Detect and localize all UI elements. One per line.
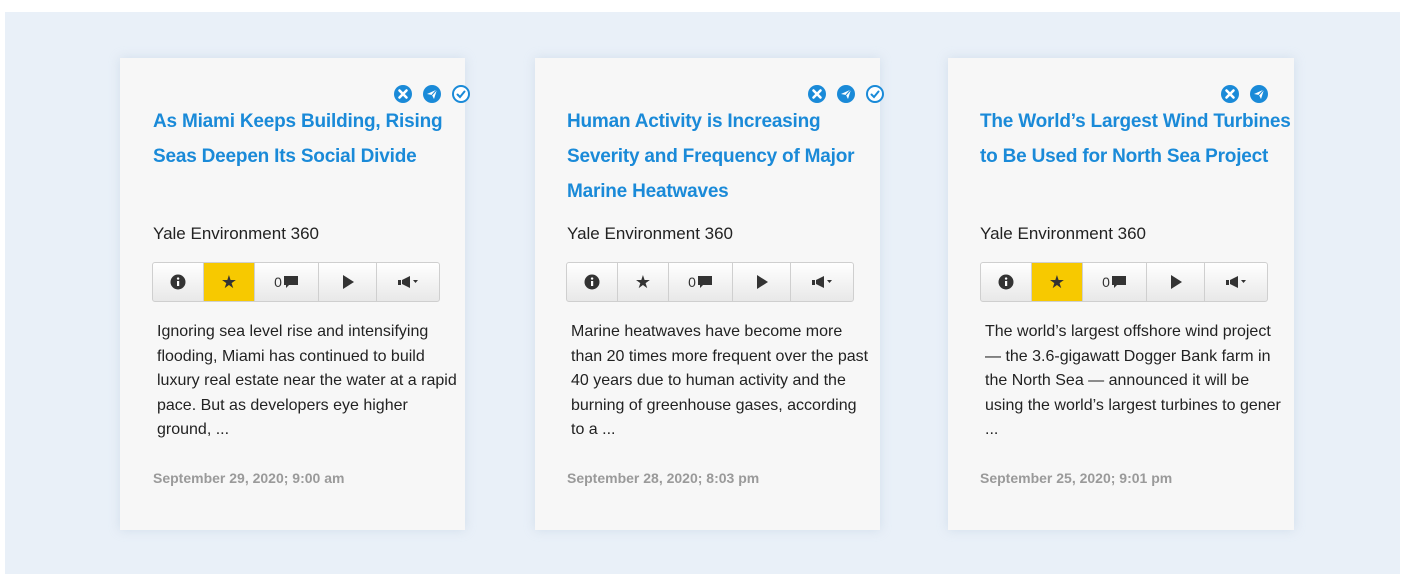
- comments-button[interactable]: 0: [255, 263, 319, 301]
- info-button[interactable]: [153, 263, 204, 301]
- star-button[interactable]: ★: [1032, 263, 1083, 301]
- share-icon[interactable]: [422, 84, 442, 104]
- share-icon[interactable]: [1249, 84, 1269, 104]
- share-menu-button[interactable]: [791, 263, 853, 301]
- article-date: September 28, 2020; 8:03 pm: [567, 470, 760, 486]
- article-source: Yale Environment 360: [567, 224, 734, 243]
- play-button[interactable]: [733, 263, 791, 301]
- megaphone-icon: [812, 276, 832, 288]
- comments-button[interactable]: 0: [1083, 263, 1147, 301]
- article-date: September 29, 2020; 9:00 am: [153, 470, 345, 486]
- star-button[interactable]: ★: [204, 263, 255, 301]
- comment-icon: [697, 276, 712, 288]
- info-button[interactable]: [567, 263, 618, 301]
- comment-count: 0: [688, 274, 696, 290]
- comment-count: 0: [1102, 274, 1110, 290]
- article-toolbar: ★ 0: [152, 262, 440, 302]
- play-icon: [1170, 275, 1182, 289]
- share-icon[interactable]: [836, 84, 856, 104]
- card-actions: [1220, 84, 1269, 106]
- star-button[interactable]: ★: [618, 263, 669, 301]
- play-icon: [756, 275, 768, 289]
- star-icon: ★: [634, 271, 652, 292]
- close-icon[interactable]: [807, 84, 827, 104]
- share-menu-button[interactable]: [1205, 263, 1267, 301]
- megaphone-icon: [1226, 276, 1246, 288]
- article-title[interactable]: The World’s Largest Wind Turbines to Be …: [980, 104, 1300, 174]
- comment-icon: [1111, 276, 1126, 288]
- star-icon: ★: [220, 271, 238, 292]
- megaphone-icon: [398, 276, 418, 288]
- info-icon: [998, 274, 1014, 290]
- check-icon[interactable]: [451, 84, 471, 104]
- info-button[interactable]: [981, 263, 1032, 301]
- article-source: Yale Environment 360: [153, 224, 320, 243]
- card-actions: [807, 84, 885, 106]
- article-summary: Ignoring sea level rise and intensifying…: [157, 323, 457, 438]
- play-button[interactable]: [319, 263, 377, 301]
- article-toolbar: ★ 0: [566, 262, 854, 302]
- share-menu-button[interactable]: [377, 263, 439, 301]
- article-title[interactable]: As Miami Keeps Building, Rising Seas Dee…: [153, 104, 473, 174]
- comment-count: 0: [274, 274, 282, 290]
- card-actions: [393, 84, 471, 106]
- info-icon: [584, 274, 600, 290]
- close-icon[interactable]: [1220, 84, 1240, 104]
- check-icon[interactable]: [865, 84, 885, 104]
- play-icon: [342, 275, 354, 289]
- article-source: Yale Environment 360: [980, 224, 1147, 243]
- article-summary: The world’s largest offshore wind projec…: [985, 323, 1281, 438]
- close-icon[interactable]: [393, 84, 413, 104]
- article-title[interactable]: Human Activity is Increasing Severity an…: [567, 104, 887, 209]
- info-icon: [170, 274, 186, 290]
- article-toolbar: ★ 0: [980, 262, 1268, 302]
- play-button[interactable]: [1147, 263, 1205, 301]
- article-date: September 25, 2020; 9:01 pm: [980, 470, 1173, 486]
- comment-icon: [283, 276, 298, 288]
- article-summary: Marine heatwaves have become more than 2…: [571, 323, 869, 438]
- comments-button[interactable]: 0: [669, 263, 733, 301]
- star-icon: ★: [1048, 271, 1066, 292]
